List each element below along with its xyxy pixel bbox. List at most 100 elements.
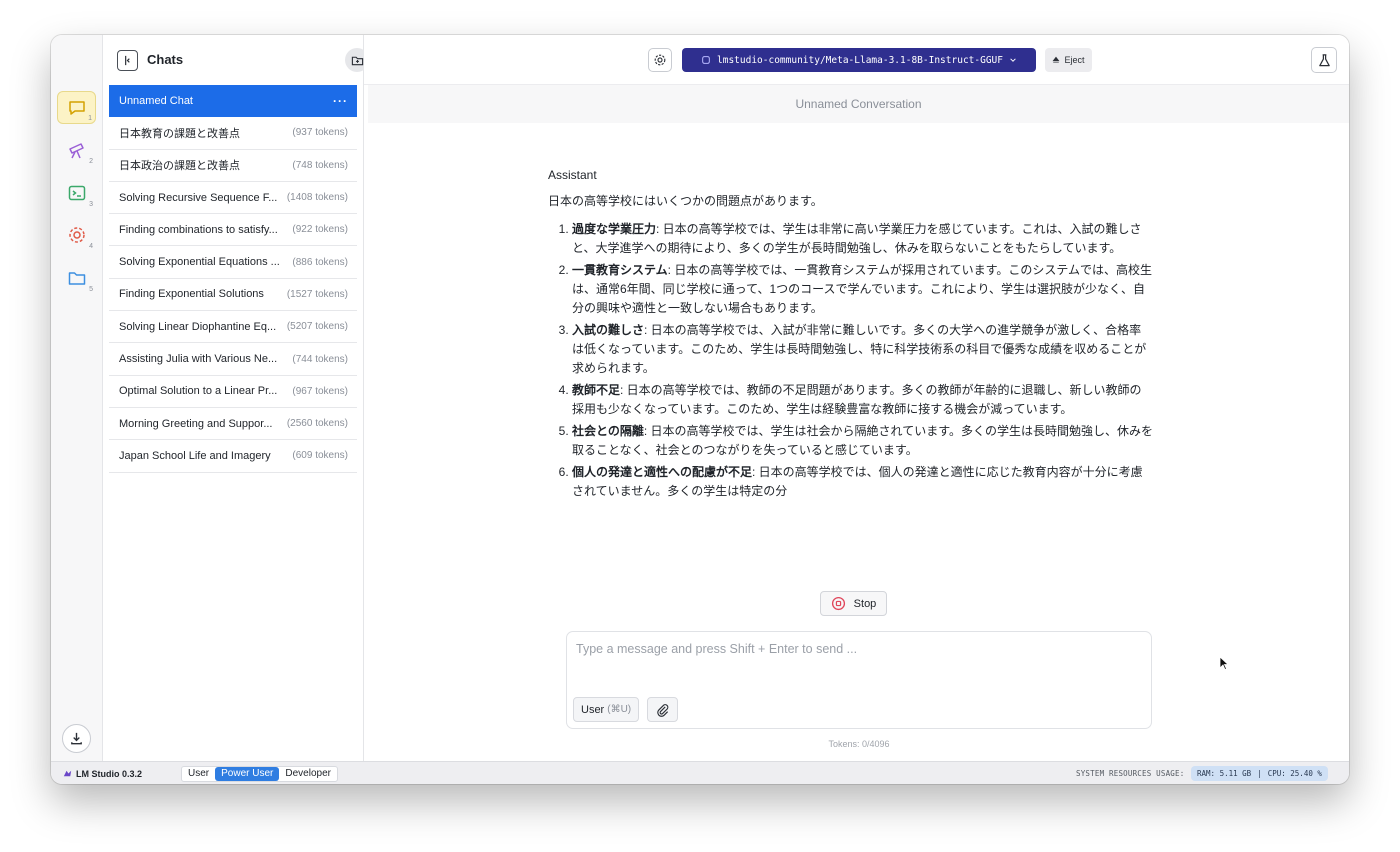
chat-list-item[interactable]: Optimal Solution to a Linear Pr... (967 t… xyxy=(109,376,357,408)
chevron-down-icon xyxy=(1010,58,1016,62)
flask-icon xyxy=(1318,53,1330,66)
chat-title: Finding combinations to satisfy... xyxy=(119,223,278,236)
chat-list-item[interactable]: Japan School Life and Imagery (609 tokens… xyxy=(109,440,357,473)
chat-title: Morning Greeting and Suppor... xyxy=(119,417,273,430)
assistant-message: Assistant 日本の高等学校にはいくつかの問題点があります。 過度な学業圧… xyxy=(548,166,1153,504)
chat-list-item[interactable]: 日本教育の課題と改善点 (937 tokens) xyxy=(109,117,357,150)
chat-list-item[interactable]: Finding combinations to satisfy... (922 t… xyxy=(109,214,357,247)
rail-number: 3 xyxy=(89,201,93,208)
chat-token-count: (2560 tokens) xyxy=(286,418,348,430)
chat-title: Solving Exponential Equations ... xyxy=(119,256,280,269)
token-count: Tokens: 0/4096 xyxy=(828,739,890,749)
model-name: lmstudio-community/Meta-Llama-3.1-8B-Ins… xyxy=(717,54,1003,66)
chat-title: Solving Recursive Sequence F... xyxy=(119,191,278,204)
stop-circle-icon xyxy=(831,596,845,611)
role-shortcut: (⌘U) xyxy=(607,704,632,715)
chat-title: 日本政治の課題と改善点 xyxy=(119,160,240,173)
chat-list-item[interactable]: Solving Linear Diophantine Eq... (5207 to… xyxy=(109,311,357,344)
chat-list-item[interactable]: Solving Exponential Equations ... (886 to… xyxy=(109,246,357,279)
rail-number: 4 xyxy=(89,243,93,250)
message-role: Assistant xyxy=(548,168,597,182)
stop-label: Stop xyxy=(853,597,877,610)
role-toggle-button[interactable]: User (⌘U) xyxy=(573,697,640,722)
chat-list: Unnamed Chat ··· 日本教育の課題と改善点 (937 tokens) 日本… xyxy=(109,85,357,473)
rail-settings-button[interactable]: 4 xyxy=(57,218,96,251)
chat-list-item[interactable]: Assisting Julia with Various Ne... (744 t… xyxy=(109,343,357,376)
model-chip-icon xyxy=(702,56,710,64)
chat-list-item[interactable]: 日本政治の課題と改善点 (748 tokens) xyxy=(109,150,357,182)
chat-token-count: (1408 tokens) xyxy=(286,192,348,204)
resources-usage[interactable]: RAM: 5.11 GB | CPU: 25.40 % xyxy=(1191,766,1328,781)
item-term: 過度な学業圧力 xyxy=(572,222,657,236)
chats-header: Chats xyxy=(103,35,401,85)
message-list-item: 過度な学業圧力: 日本の高等学校では、学生は非常に高い学業圧力を感じています。こ… xyxy=(572,220,1153,258)
chats-sidebar: Chats Unnamed Chat ··· 日本教育の課題と改善点 (937 tok… xyxy=(103,35,401,761)
item-term: 個人の発達と適性への配慮が不足 xyxy=(572,465,753,479)
message-list-item: 個人の発達と適性への配慮が不足: 日本の高等学校では、個人の発達と適性に応じた教… xyxy=(572,463,1153,501)
chat-token-count: (967 tokens) xyxy=(292,385,348,397)
chat-title: Finding Exponential Solutions xyxy=(119,288,264,301)
chat-list-item[interactable]: Morning Greeting and Suppor... (2560 toke… xyxy=(109,408,357,441)
download-icon xyxy=(71,732,82,745)
chat-token-count: (5207 tokens) xyxy=(286,321,348,333)
conversation-title[interactable]: Unnamed Conversation xyxy=(795,97,921,111)
cpu-usage: CPU: 25.40 % xyxy=(1267,769,1322,778)
chat-token-count: (886 tokens) xyxy=(292,256,348,268)
item-term: 教師不足 xyxy=(572,383,621,397)
message-intro: 日本の高等学校にはいくつかの問題点があります。 xyxy=(548,194,823,208)
app-brand: LM Studio 0.3.2 xyxy=(62,768,142,779)
chat-title: Solving Linear Diophantine Eq... xyxy=(119,320,277,333)
chats-title: Chats xyxy=(147,52,184,67)
mouse-cursor-icon xyxy=(1219,656,1229,671)
downloads-button[interactable] xyxy=(62,724,91,753)
item-text: : 日本の高等学校では、教師の不足問題があります。多くの教師が年齢的に退職し、新… xyxy=(572,383,1142,416)
attach-file-button[interactable] xyxy=(647,697,678,722)
chat-token-count: (744 tokens) xyxy=(292,353,348,365)
experiments-button[interactable] xyxy=(1311,47,1337,73)
mode-option[interactable]: User xyxy=(182,767,215,781)
mode-option[interactable]: Power User xyxy=(215,767,280,781)
paperclip-icon xyxy=(656,703,668,717)
chat-title: 日本教育の課題と改善点 xyxy=(119,127,240,140)
collapse-sidebar-button[interactable] xyxy=(117,50,138,71)
stop-generation-button[interactable]: Stop xyxy=(820,591,887,616)
message-list: 過度な学業圧力: 日本の高等学校では、学生は非常に高い学業圧力を感じています。こ… xyxy=(548,220,1153,501)
conversation-title-bar: Unnamed Conversation xyxy=(368,85,1349,123)
chat-token-count: (1527 tokens) xyxy=(286,288,348,300)
eject-button[interactable]: Eject xyxy=(1045,48,1092,72)
chat-token-count: (748 tokens) xyxy=(292,159,348,171)
rail-discover-button[interactable]: 2 xyxy=(57,133,96,166)
resources-label: SYSTEM RESOURCES USAGE: xyxy=(1076,769,1185,778)
model-selector[interactable]: lmstudio-community/Meta-Llama-3.1-8B-Ins… xyxy=(682,48,1036,72)
role-label: User xyxy=(581,703,605,716)
lmstudio-logo-icon xyxy=(63,770,72,777)
chat-list-item[interactable]: Unnamed Chat ··· xyxy=(109,85,357,118)
rail-number: 5 xyxy=(89,286,93,293)
chat-settings-button[interactable] xyxy=(648,48,672,72)
chat-title: Assisting Julia with Various Ne... xyxy=(119,353,278,366)
chat-title: Unnamed Chat xyxy=(119,95,193,108)
chat-title: Japan School Life and Imagery xyxy=(119,449,271,462)
eject-icon xyxy=(1053,56,1060,63)
eject-label: Eject xyxy=(1064,55,1085,65)
chat-list-item[interactable]: Finding Exponential Solutions (1527 token… xyxy=(109,279,357,312)
chat-list-item[interactable]: Solving Recursive Sequence F... (1408 tok… xyxy=(109,182,357,215)
chat-token-count: (922 tokens) xyxy=(292,224,348,236)
mode-option[interactable]: Developer xyxy=(279,767,337,781)
chat-title: Optimal Solution to a Linear Pr... xyxy=(119,385,278,398)
telescope-icon xyxy=(68,142,84,158)
gear-icon xyxy=(654,54,666,66)
gear-icon xyxy=(68,226,85,243)
message-list-item: 教師不足: 日本の高等学校では、教師の不足問題があります。多くの教師が年齢的に退… xyxy=(572,381,1153,419)
chat-token-count: (937 tokens) xyxy=(292,127,348,139)
rail-developer-button[interactable]: 3 xyxy=(57,176,96,209)
message-input[interactable] xyxy=(576,642,1136,682)
rail-files-button[interactable]: 5 xyxy=(57,261,96,294)
message-list-item: 一貫教育システム: 日本の高等学校では、一貫教育システムが採用されています。この… xyxy=(572,261,1153,318)
ram-usage: RAM: 5.11 GB xyxy=(1197,769,1252,778)
rail-number: 2 xyxy=(89,158,93,165)
item-term: 入試の難しさ xyxy=(572,323,645,337)
usage-separator: | xyxy=(1257,769,1262,778)
chat-options-icon[interactable]: ··· xyxy=(333,94,348,108)
rail-chat-button[interactable]: 1 xyxy=(57,91,96,124)
